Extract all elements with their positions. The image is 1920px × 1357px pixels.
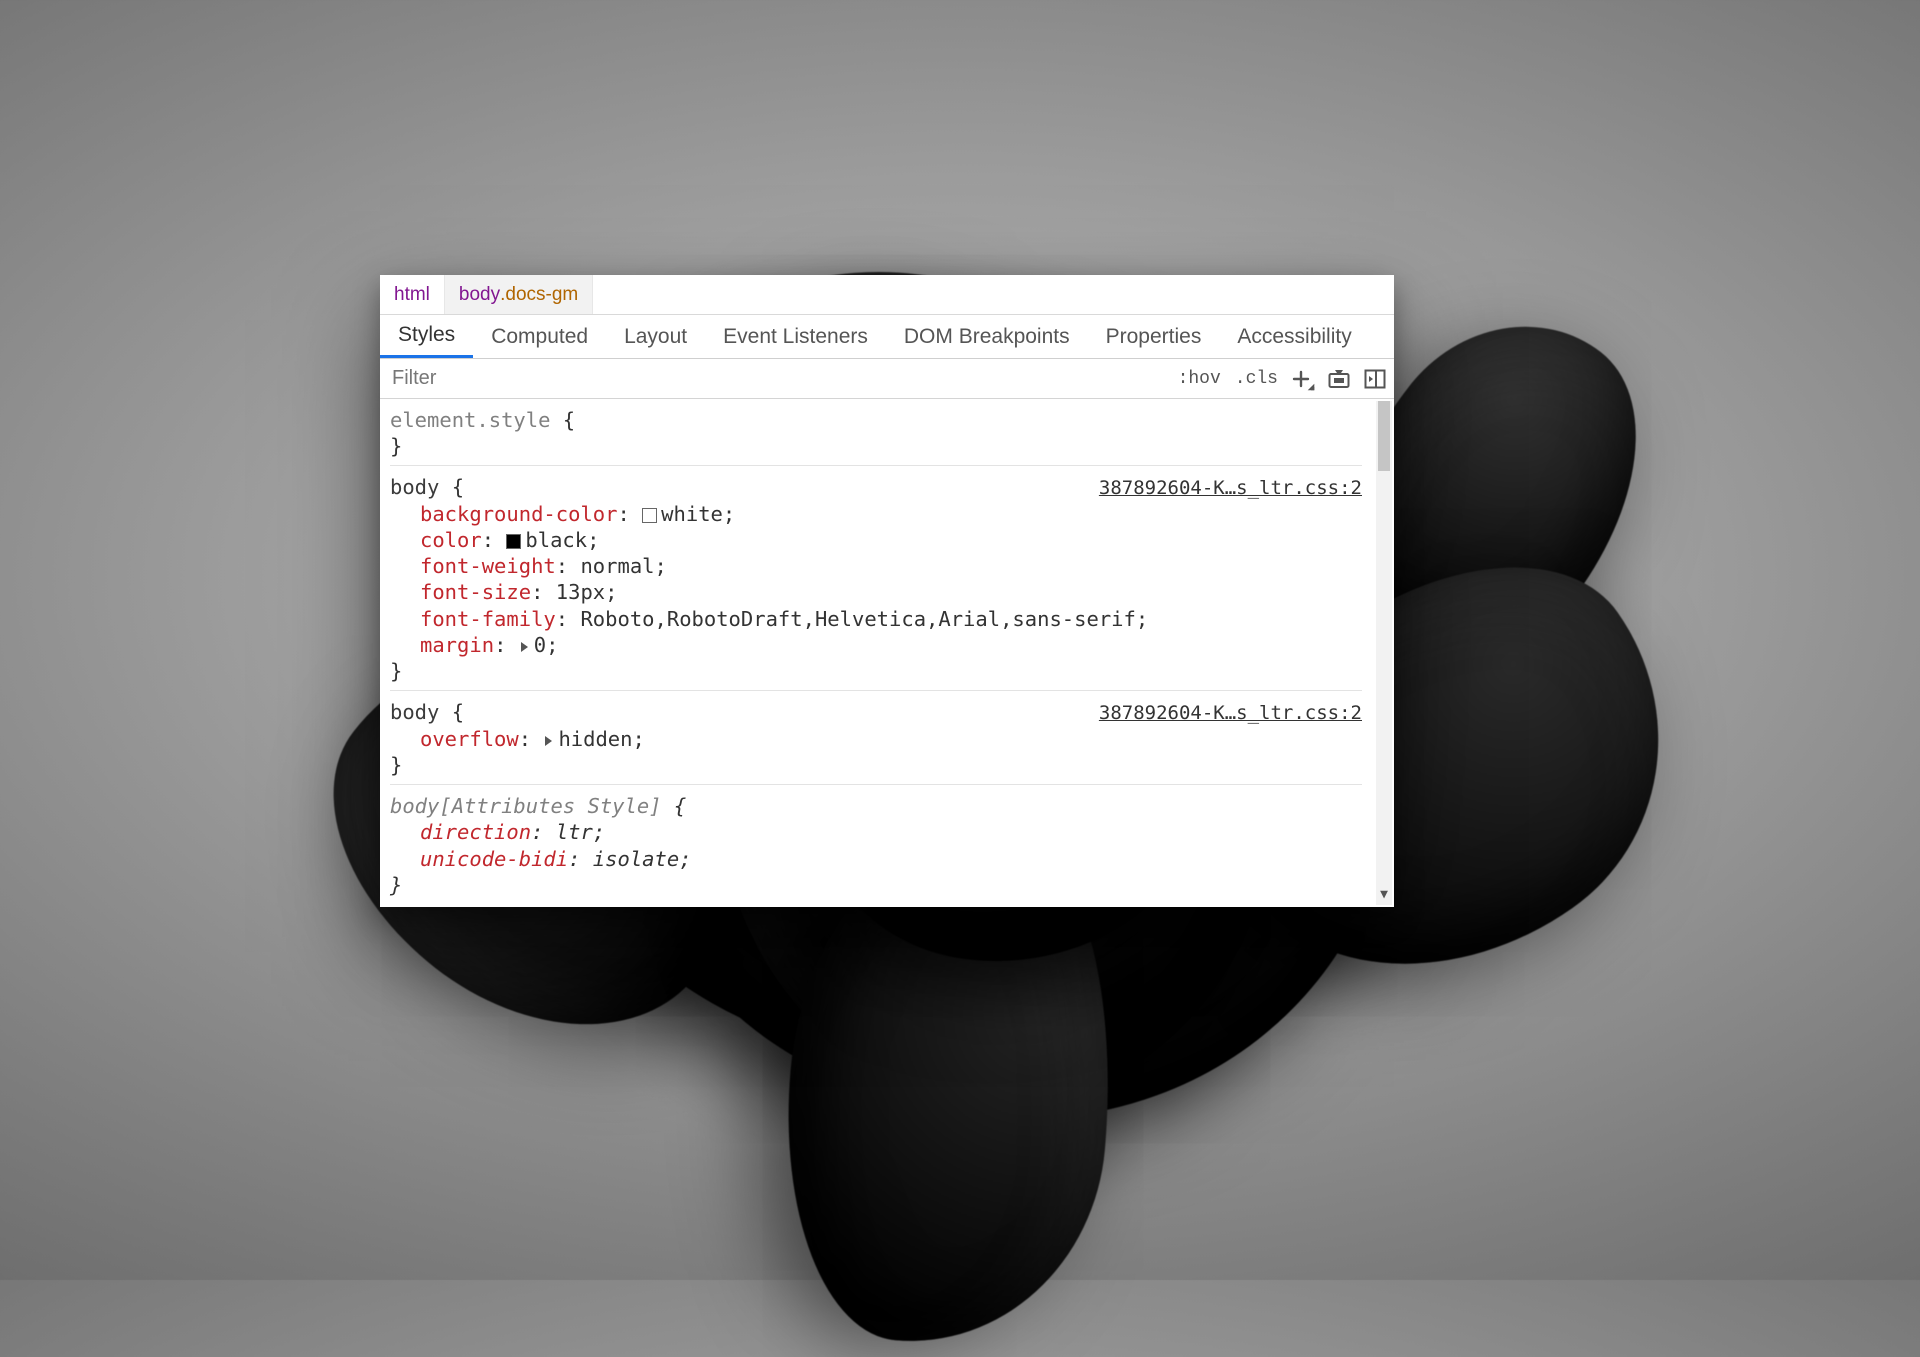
css-declaration[interactable]: font-family: Roboto,RobotoDraft,Helvetic… (420, 606, 1362, 632)
css-origin-link[interactable]: 387892604-K…s_ltr.css:2 (1099, 476, 1362, 500)
css-declaration[interactable]: overflow: hidden; (420, 726, 1362, 752)
css-property: background-color (420, 502, 617, 526)
css-value: 13px (556, 580, 605, 604)
scrollbar-thumb[interactable] (1378, 401, 1390, 471)
color-swatch[interactable] (506, 534, 521, 549)
css-rule[interactable]: body[Attributes Style] {direction: ltr;u… (390, 784, 1362, 904)
css-declaration[interactable]: background-color: white; (420, 501, 1362, 527)
css-rules-list: element.style {}body {387892604-K…s_ltr.… (380, 399, 1372, 907)
css-selector[interactable]: body (390, 700, 439, 724)
css-value: white (661, 502, 723, 526)
css-declaration[interactable]: font-size: 13px; (420, 579, 1362, 605)
css-value: hidden (558, 727, 632, 751)
toggle-hov[interactable]: :hov (1178, 369, 1221, 389)
css-property: overflow (420, 727, 519, 751)
css-property: color (420, 528, 482, 552)
css-rule[interactable]: body {387892604-K…s_ltr.css:2background-… (390, 465, 1362, 690)
css-declaration[interactable]: direction: ltr; (420, 819, 1362, 845)
tab-layout[interactable]: Layout (606, 315, 705, 358)
css-selector[interactable]: body[Attributes Style] (390, 794, 662, 818)
css-value: normal (580, 554, 654, 578)
css-rule[interactable]: element.style {} (390, 403, 1362, 465)
css-property: unicode-bidi (420, 847, 568, 871)
expand-shorthand-icon[interactable] (545, 736, 552, 746)
toggle-sidebar-icon[interactable] (1364, 369, 1386, 389)
breadcrumb-body[interactable]: body.docs-gm (445, 275, 593, 314)
css-value: black (525, 528, 587, 552)
styles-content: element.style {}body {387892604-K…s_ltr.… (380, 399, 1394, 907)
computed-styles-toggle-icon[interactable] (1328, 369, 1350, 389)
expand-shorthand-icon[interactable] (521, 642, 528, 652)
css-value: isolate (593, 847, 679, 871)
breadcrumb-tag: html (394, 284, 430, 306)
devtools-panel: html body.docs-gm Styles Computed Layout… (380, 275, 1394, 907)
toggle-cls[interactable]: .cls (1235, 369, 1278, 389)
styles-filter-input[interactable] (380, 359, 1162, 398)
css-property: font-family (420, 607, 556, 631)
css-property: margin (420, 633, 494, 657)
css-declaration[interactable]: color: black; (420, 527, 1362, 553)
tab-dom-breakpoints[interactable]: DOM Breakpoints (886, 315, 1088, 358)
scrollbar-down-icon[interactable]: ▼ (1376, 887, 1392, 903)
css-selector[interactable]: element.style (390, 408, 550, 432)
devtools-subtabs: Styles Computed Layout Event Listeners D… (380, 315, 1394, 359)
breadcrumb-html[interactable]: html (380, 275, 445, 314)
css-value: ltr (556, 820, 593, 844)
dom-breadcrumbs: html body.docs-gm (380, 275, 1394, 315)
css-property: direction (420, 820, 531, 844)
css-rule[interactable]: body {387892604-K…s_ltr.css:2overflow: h… (390, 690, 1362, 784)
color-swatch[interactable] (642, 508, 657, 523)
css-selector[interactable]: body (390, 475, 439, 499)
styles-toolbar: :hov .cls (1162, 359, 1394, 398)
css-value: Roboto,RobotoDraft,Helvetica,Arial,sans-… (580, 607, 1135, 631)
breadcrumb-tag: body (459, 284, 500, 306)
breadcrumb-class: .docs-gm (500, 284, 578, 306)
vertical-scrollbar[interactable]: ▼ (1376, 401, 1392, 905)
tab-event-listeners[interactable]: Event Listeners (705, 315, 886, 358)
tab-accessibility[interactable]: Accessibility (1219, 315, 1369, 358)
css-declaration[interactable]: unicode-bidi: isolate; (420, 846, 1362, 872)
styles-filter-bar: :hov .cls (380, 359, 1394, 399)
css-declaration[interactable]: font-weight: normal; (420, 553, 1362, 579)
css-property: font-size (420, 580, 531, 604)
tab-properties[interactable]: Properties (1088, 315, 1220, 358)
new-style-rule-button[interactable] (1292, 368, 1314, 390)
tab-computed[interactable]: Computed (473, 315, 606, 358)
css-property: font-weight (420, 554, 556, 578)
css-declaration[interactable]: margin: 0; (420, 632, 1362, 658)
tab-styles[interactable]: Styles (380, 315, 473, 358)
css-value: 0 (534, 633, 546, 657)
css-origin-link[interactable]: 387892604-K…s_ltr.css:2 (1099, 701, 1362, 725)
